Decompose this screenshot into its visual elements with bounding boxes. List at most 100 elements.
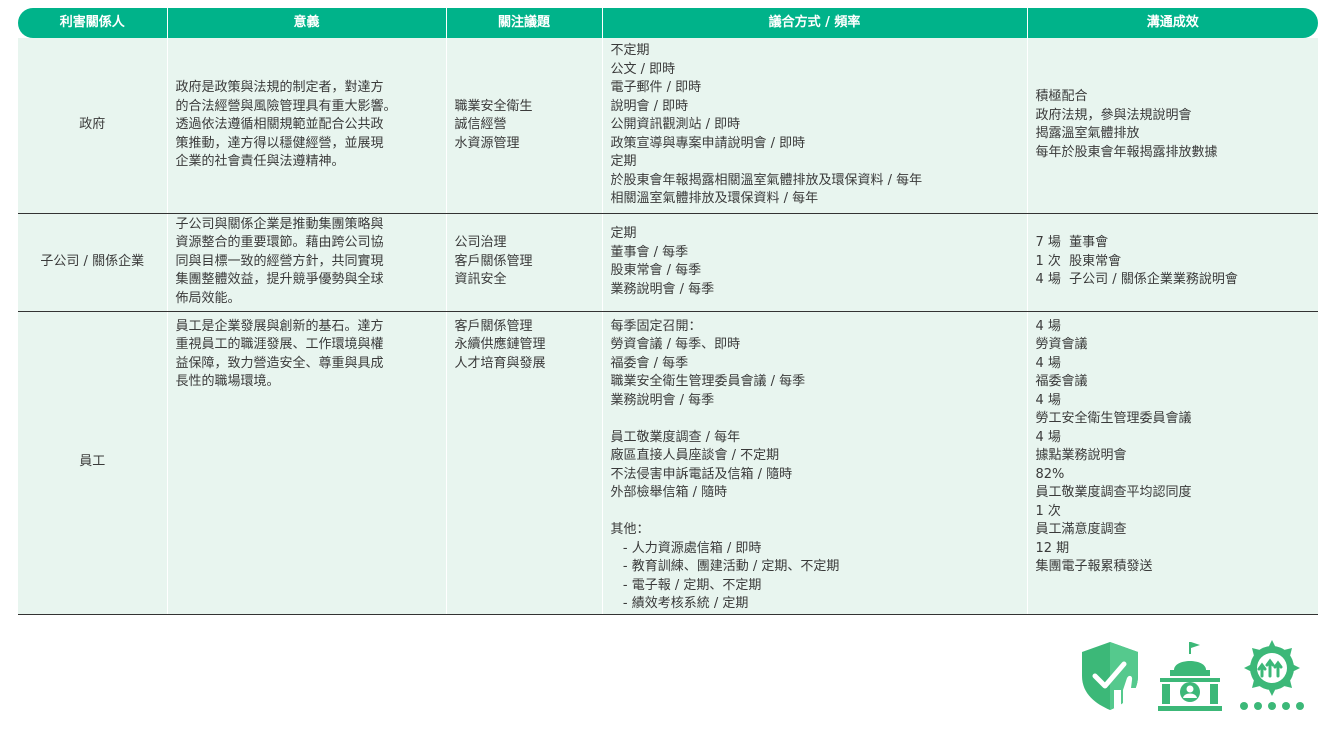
cell-line: 4 場 [1035, 318, 1061, 334]
cell-line: 集團整體效益，提升競爭優勢與全球 [175, 272, 384, 288]
cell-line: 佈局效能。 [175, 290, 241, 306]
cell-line [611, 503, 1019, 522]
cell-line: 82% [1035, 466, 1065, 482]
cell-line: 員工是企業發展與創新的基石。達方 [175, 318, 384, 334]
cell-line: 業務說明會 / 每季 [610, 281, 715, 297]
cell-line: 電子郵件 / 即時 [610, 80, 702, 95]
cell-line: 職業安全衛生 [454, 98, 533, 114]
cell-meaning: 員工是企業發展與創新的基石。達方 重視員工的職涯發展、工作環境與權 益保障，致力營造… [166, 311, 446, 615]
cell-line: 董事會 / 每季 [610, 244, 689, 260]
cell-line: 定期 [610, 154, 637, 169]
cell-line: 揭露溫室氣體排放 [1035, 126, 1140, 142]
cell-line [611, 410, 1019, 429]
cell-methods: 定期董事會 / 每季 股東常會 / 每季 業務說明會 / 每季 [601, 213, 1027, 312]
cell-line: 資源整合的重要環節。藉由跨公司協 [175, 235, 384, 251]
cell-line: 勞工安全衛生管理委員會議 [1035, 411, 1192, 426]
cell-line: 勞資會議 [1035, 337, 1088, 352]
cell-line: - 教育訓練、團建活動 / 定期、不定期 [610, 559, 840, 574]
cell-line: 資訊安全 [454, 272, 507, 288]
cell-line: 說明會 / 即時 [610, 98, 689, 114]
cell-line: 水資源管理 [454, 135, 520, 151]
cell-line: 同與目標一致的經營方針，共同實現 [175, 253, 384, 269]
cell-stakeholder: 員工 [18, 311, 167, 615]
cell-line: - 人力資源處信箱 / 即時 [610, 540, 762, 556]
cell-line: 勞資會議 / 每季、即時 [610, 337, 741, 352]
cell-meaning: 政府是政策與法規的制定者，對達方 的合法經營與風險管理具有重大影響。 透過依法遵循相… [166, 38, 446, 214]
cell-line: 定期 [610, 226, 637, 241]
cell-line: 透過依法遵循相關規範並配合公共政 [175, 117, 384, 132]
cell-line: 誠信經營 [454, 117, 507, 132]
cell-line: - 電子報 / 定期、不定期 [610, 577, 762, 593]
cell-line: 每年於股東會年報揭露排放數據 [1035, 144, 1218, 160]
cell-issues: 公司治理客戶關係管理 資訊安全 [445, 213, 602, 312]
cell-line: 公開資訊觀測站 / 即時 [610, 117, 741, 132]
cell-line: 其他： [610, 522, 650, 537]
cell-line: 據點業務說明會 [1035, 448, 1127, 463]
cell-methods: 每季固定召開： 勞資會議 / 每季、即時 福委會 / 每季職業安全衛生管理委員會議 … [601, 311, 1027, 615]
cell-stakeholder: 政府 [18, 38, 167, 214]
cell-line: 公文 / 即時 [610, 61, 676, 77]
header-issues: 關注議題 [445, 8, 602, 38]
cell-issues: 客戶關係管理 永續供應鏈管理 人才培育與發展 [445, 311, 602, 615]
cell-line: 公司治理 [454, 235, 507, 251]
cell-line: 相關溫室氣體排放及環保資料 / 每年 [610, 191, 819, 206]
cell-line: 企業的社會責任與法遵精神。 [175, 154, 345, 169]
cell-line: 長性的職場環境。 [175, 374, 280, 389]
cell-line: 重視員工的職涯發展、工作環境與權 [175, 337, 384, 352]
cell-methods: 不定期 公文 / 即時 電子郵件 / 即時 說明會 / 即時 公開資訊觀測站 / 即時政… [601, 38, 1027, 214]
cell-results: 積極配合政府法規，參與法規說明會 揭露溫室氣體排放每年於股東會年報揭露排放數據 [1026, 38, 1318, 214]
cell-line: 政策宣導與專案申請說明會 / 即時 [610, 135, 806, 151]
header-stakeholder: 利害關係人 [18, 8, 167, 38]
cell-line: 4 場 [1035, 429, 1061, 445]
cell-line: 職業安全衛生管理委員會議 / 每季 [610, 374, 806, 389]
cell-line: 員工敬業度調查 / 每年 [610, 429, 741, 445]
growth-badge-stars-icon [1240, 640, 1304, 710]
cell-line: 7 場 董事會 [1035, 235, 1109, 251]
table-row: 員工 員工是企業發展與創新的基石。達方 重視員工的職涯發展、工作環境與權 益保障，致力… [18, 311, 1318, 615]
cell-line: 4 場 子公司 / 關係企業業務說明會 [1035, 272, 1238, 288]
stakeholder-table: 利害關係人 意義 關注議題 議合方式 / 頻率 溝通成效 政府 政府是政策與法規的… [18, 8, 1318, 615]
cell-line: 集團電子報累積發送 [1035, 559, 1153, 574]
cell-line: 的合法經營與風險管理具有重大影響。 [175, 98, 397, 114]
cell-line: 策推動，達方得以穩健經營，並展現 [175, 135, 384, 151]
table-row: 政府 政府是政策與法規的制定者，對達方 的合法經營與風險管理具有重大影響。 透過依法遵… [18, 38, 1318, 214]
cell-meaning: 子公司與關係企業是推動集團策略與 資源整合的重要環節。藉由跨公司協 同與目標一致的經… [166, 213, 446, 312]
cell-line: 積極配合 [1035, 89, 1088, 105]
cell-line: 永續供應鏈管理 [454, 337, 546, 352]
government-building-icon [1158, 642, 1222, 711]
cell-line: 員工敬業度調查平均認同度 [1035, 485, 1192, 500]
cell-line: 不法侵害申訴電話及信箱 / 隨時 [610, 466, 793, 482]
cell-line: 4 場 [1035, 392, 1061, 408]
cell-line: 客戶關係管理 [454, 253, 533, 269]
cell-line: 1 次 [1035, 503, 1061, 519]
cell-line: - 績效考核系統 / 定期 [610, 596, 749, 611]
cell-line: 12 期 [1035, 540, 1070, 556]
table-row: 子公司 / 關係企業 子公司與關係企業是推動集團策略與 資源整合的重要環節。藉由跨公… [18, 213, 1318, 312]
table-header-row: 利害關係人 意義 關注議題 議合方式 / 頻率 溝通成效 [18, 8, 1318, 38]
cell-line: 4 場 [1035, 355, 1061, 371]
cell-line: 人才培育與發展 [454, 355, 546, 371]
cell-issues: 職業安全衛生 誠信經營水資源管理 [445, 38, 602, 214]
cell-line: 政府法規，參與法規說明會 [1035, 107, 1192, 123]
cell-line: 客戶關係管理 [454, 318, 533, 334]
cell-line: 1 次 股東常會 [1035, 253, 1122, 269]
header-methods: 議合方式 / 頻率 [601, 8, 1027, 38]
header-meaning: 意義 [166, 8, 446, 38]
cell-line: 政府是政策與法規的制定者，對達方 [175, 80, 384, 95]
shield-check-thumbs-up-icon [1082, 642, 1142, 710]
cell-line: 益保障，致力營造安全、尊重與具成 [175, 355, 384, 371]
cell-results: 4 場勞資會議 4 場福委會議 4 場勞工安全衛生管理委員會議 4 場據點業務說明會 8… [1026, 311, 1318, 615]
cell-line: 股東常會 / 每季 [610, 263, 702, 278]
cell-results: 7 場 董事會 1 次 股東常會 4 場 子公司 / 關係企業業務說明會 [1026, 213, 1318, 312]
cell-line: 廠區直接人員座談會 / 不定期 [610, 448, 780, 463]
cell-line: 於股東會年報揭露相關溫室氣體排放及環保資料 / 每年 [610, 172, 923, 188]
header-results: 溝通成效 [1026, 8, 1318, 38]
sdg-icons [1078, 640, 1308, 712]
cell-line: 福委會議 [1035, 374, 1088, 389]
cell-stakeholder: 子公司 / 關係企業 [18, 213, 167, 312]
cell-line: 福委會 / 每季 [610, 355, 689, 371]
cell-line: 每季固定召開： [610, 318, 702, 334]
cell-line: 外部檢舉信箱 / 隨時 [610, 485, 728, 500]
cell-line: 員工滿意度調查 [1035, 522, 1127, 537]
cell-line: 業務說明會 / 每季 [610, 392, 715, 408]
